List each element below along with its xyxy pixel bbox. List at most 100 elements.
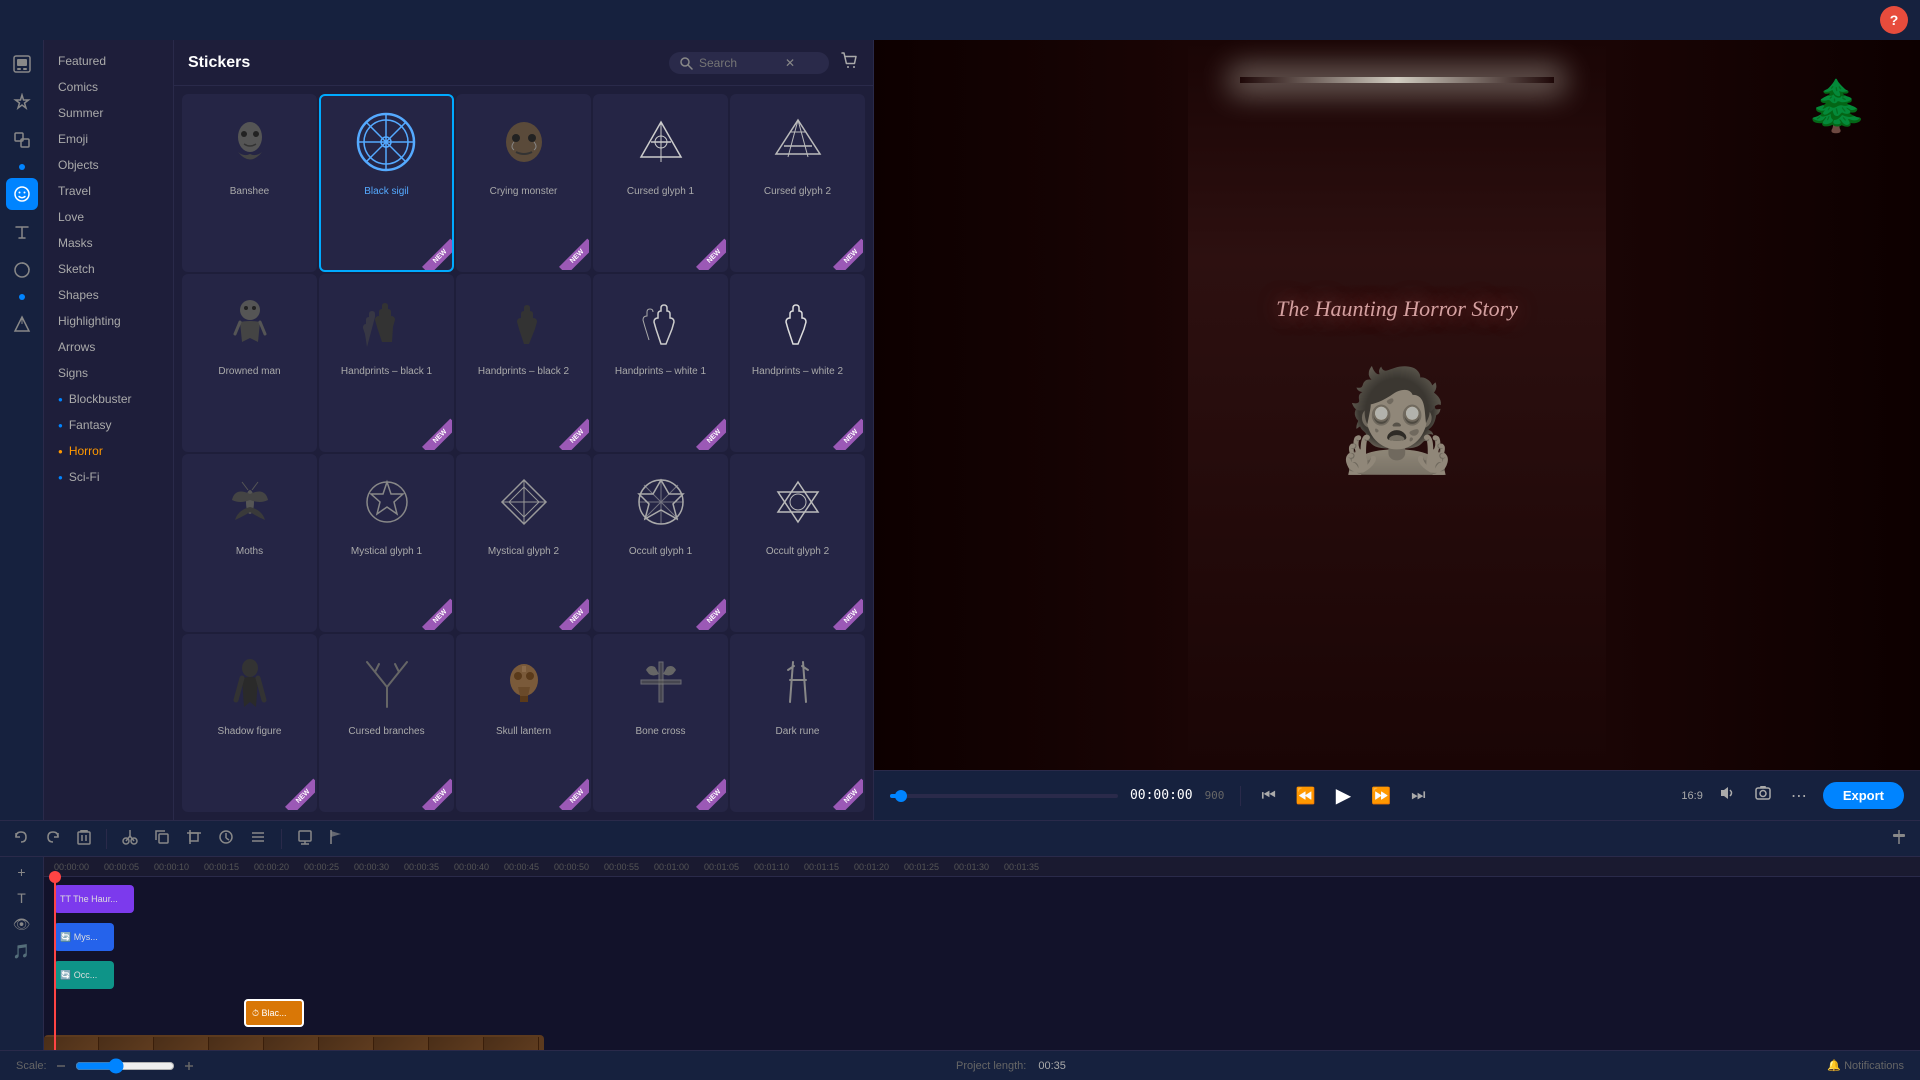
sticker-cursed-glyph-1[interactable]: Cursed glyph 1	[593, 94, 728, 272]
sticker-occult-glyph-2-thumb	[758, 462, 838, 542]
clear-search-icon[interactable]: ✕	[785, 56, 795, 70]
sticker-mystical-glyph-1[interactable]: Mystical glyph 1	[319, 454, 454, 632]
skip-start-btn[interactable]: ⏮	[1257, 783, 1279, 809]
help-button[interactable]: ?	[1880, 6, 1908, 34]
sticker-drowned-man[interactable]: Drowned man	[182, 274, 317, 452]
sticker-banshee[interactable]: Banshee	[182, 94, 317, 272]
sticker-crying-monster[interactable]: Crying monster	[456, 94, 591, 272]
prev-frame-btn[interactable]: ⏪	[1292, 782, 1320, 810]
more-options-btn[interactable]: ⋯	[1787, 782, 1811, 810]
cat-featured[interactable]: Featured	[44, 48, 173, 74]
sticker-moths[interactable]: Moths	[182, 454, 317, 632]
sticker-mystical-glyph-2[interactable]: Mystical glyph 2	[456, 454, 591, 632]
sticker-bone-cross[interactable]: Bone cross	[593, 634, 728, 812]
clip-mystical[interactable]: 🔄 Mys...	[54, 923, 114, 951]
sticker-shadow-figure[interactable]: Shadow figure	[182, 634, 317, 812]
copy-btn[interactable]	[149, 826, 175, 851]
clip-occult[interactable]: 🔄 Occ...	[54, 961, 114, 989]
clip-occult-label: 🔄 Occ...	[60, 970, 97, 981]
align-btn[interactable]	[245, 826, 271, 851]
notifications-label[interactable]: 🔔 Notifications	[1827, 1059, 1904, 1072]
cat-emoji[interactable]: Emoji	[44, 126, 173, 152]
sticker-skull-lantern-label: Skull lantern	[496, 726, 551, 737]
cat-objects[interactable]: Objects	[44, 152, 173, 178]
ruler-1m10s: 00:01:10	[754, 862, 789, 872]
film-frame-9: 🎬	[484, 1037, 539, 1050]
redo-btn[interactable]	[40, 826, 66, 851]
video-filmstrip[interactable]: 🎬 🎬 🎬 🎬 🎬 🎬 🎬 🎬 🎬	[44, 1035, 544, 1050]
play-btn[interactable]: ▶	[1332, 779, 1355, 812]
cat-masks[interactable]: Masks	[44, 230, 173, 256]
cat-shapes[interactable]: Shapes	[44, 282, 173, 308]
sticker-skull-lantern[interactable]: Skull lantern	[456, 634, 591, 812]
cat-scifi[interactable]: ●Sci-Fi	[44, 464, 173, 490]
sticker-banshee-thumb	[210, 102, 290, 182]
skip-end-btn[interactable]: ⏭	[1407, 783, 1429, 809]
undo-btn[interactable]	[8, 826, 34, 851]
ruler-15s: 00:00:15	[204, 862, 239, 872]
cat-comics[interactable]: Comics	[44, 74, 173, 100]
clip-black-sigil[interactable]: ⏱ Blac...	[244, 999, 304, 1027]
aspect-ratio-selector[interactable]: 16:9	[1681, 790, 1702, 802]
cart-icon[interactable]	[839, 50, 859, 75]
timeline-eye-btn[interactable]: 👁	[8, 913, 36, 936]
sticker-occult-glyph-1[interactable]: Occult glyph 1	[593, 454, 728, 632]
search-box[interactable]: ✕	[669, 52, 829, 74]
sticker-black-sigil[interactable]: Black sigil	[319, 94, 454, 272]
search-input[interactable]	[699, 56, 779, 70]
cat-signs[interactable]: Signs	[44, 360, 173, 386]
cat-fantasy[interactable]: ●Fantasy	[44, 412, 173, 438]
ruler-1m15s: 00:01:15	[804, 862, 839, 872]
timeline-add-btn[interactable]: +	[12, 861, 30, 883]
filters-icon-btn[interactable]	[6, 254, 38, 286]
stickers-header: Stickers ✕	[174, 40, 873, 86]
progress-bar[interactable]	[890, 794, 1118, 798]
film-frame-7: 🎬	[374, 1037, 429, 1050]
volume-btn[interactable]	[1715, 781, 1739, 810]
playhead-handle[interactable]	[49, 871, 61, 883]
cat-love[interactable]: Love	[44, 204, 173, 230]
sticker-handprints-black-2[interactable]: Handprints – black 2	[456, 274, 591, 452]
transitions-icon-btn[interactable]	[6, 308, 38, 340]
next-frame-btn[interactable]: ⏩	[1367, 782, 1395, 810]
screenshot-btn[interactable]	[1751, 781, 1775, 810]
sticker-handprints-black-1[interactable]: Handprints – black 1	[319, 274, 454, 452]
text-icon-btn[interactable]	[6, 216, 38, 248]
clip-title[interactable]: TT The Haur...	[54, 885, 134, 913]
delete-btn[interactable]	[72, 826, 96, 851]
sticker-handprints-white-2[interactable]: Handprints – white 2	[730, 274, 865, 452]
new-badge-black-sigil	[412, 230, 452, 270]
timeline-audio-btn[interactable]: 🎵	[8, 940, 35, 963]
sticker-dark-rune[interactable]: Dark rune	[730, 634, 865, 812]
flag-btn[interactable]	[324, 826, 348, 851]
crop-btn[interactable]	[181, 826, 207, 851]
sticker-occult-glyph-2[interactable]: Occult glyph 2	[730, 454, 865, 632]
cat-blockbuster[interactable]: ●Blockbuster	[44, 386, 173, 412]
cut-btn[interactable]	[117, 826, 143, 851]
export-timeline-btn[interactable]	[292, 826, 318, 851]
cat-travel[interactable]: Travel	[44, 178, 173, 204]
ruler-1m25s: 00:01:25	[904, 862, 939, 872]
stickers-icon-btn[interactable]	[6, 178, 38, 210]
progress-handle[interactable]	[895, 790, 907, 802]
timeline-text-btn[interactable]: T	[12, 887, 31, 909]
media-icon-btn[interactable]	[6, 48, 38, 80]
cat-arrows[interactable]: Arrows	[44, 334, 173, 360]
cat-highlighting[interactable]: Highlighting	[44, 308, 173, 334]
cat-summer[interactable]: Summer	[44, 100, 173, 126]
overlay-icon-btn[interactable]	[6, 124, 38, 156]
stickers-grid: Banshee Black sigil Crying monster	[174, 86, 873, 820]
ruler-25s: 00:00:25	[304, 862, 339, 872]
effects-icon-btn[interactable]	[6, 86, 38, 118]
add-track-btn[interactable]	[1886, 826, 1912, 851]
playhead[interactable]	[54, 877, 56, 1050]
sticker-handprints-white-1[interactable]: Handprints – white 1	[593, 274, 728, 452]
sticker-cursed-glyph-2[interactable]: Cursed glyph 2	[730, 94, 865, 272]
cat-horror[interactable]: ●Horror	[44, 438, 173, 464]
duration-btn[interactable]	[213, 826, 239, 851]
sticker-cursed-glyph-2-label: Cursed glyph 2	[764, 186, 831, 197]
cat-sketch[interactable]: Sketch	[44, 256, 173, 282]
sticker-cursed-branches[interactable]: Cursed branches	[319, 634, 454, 812]
scale-slider[interactable]	[75, 1058, 175, 1074]
export-button[interactable]: Export	[1823, 782, 1904, 809]
